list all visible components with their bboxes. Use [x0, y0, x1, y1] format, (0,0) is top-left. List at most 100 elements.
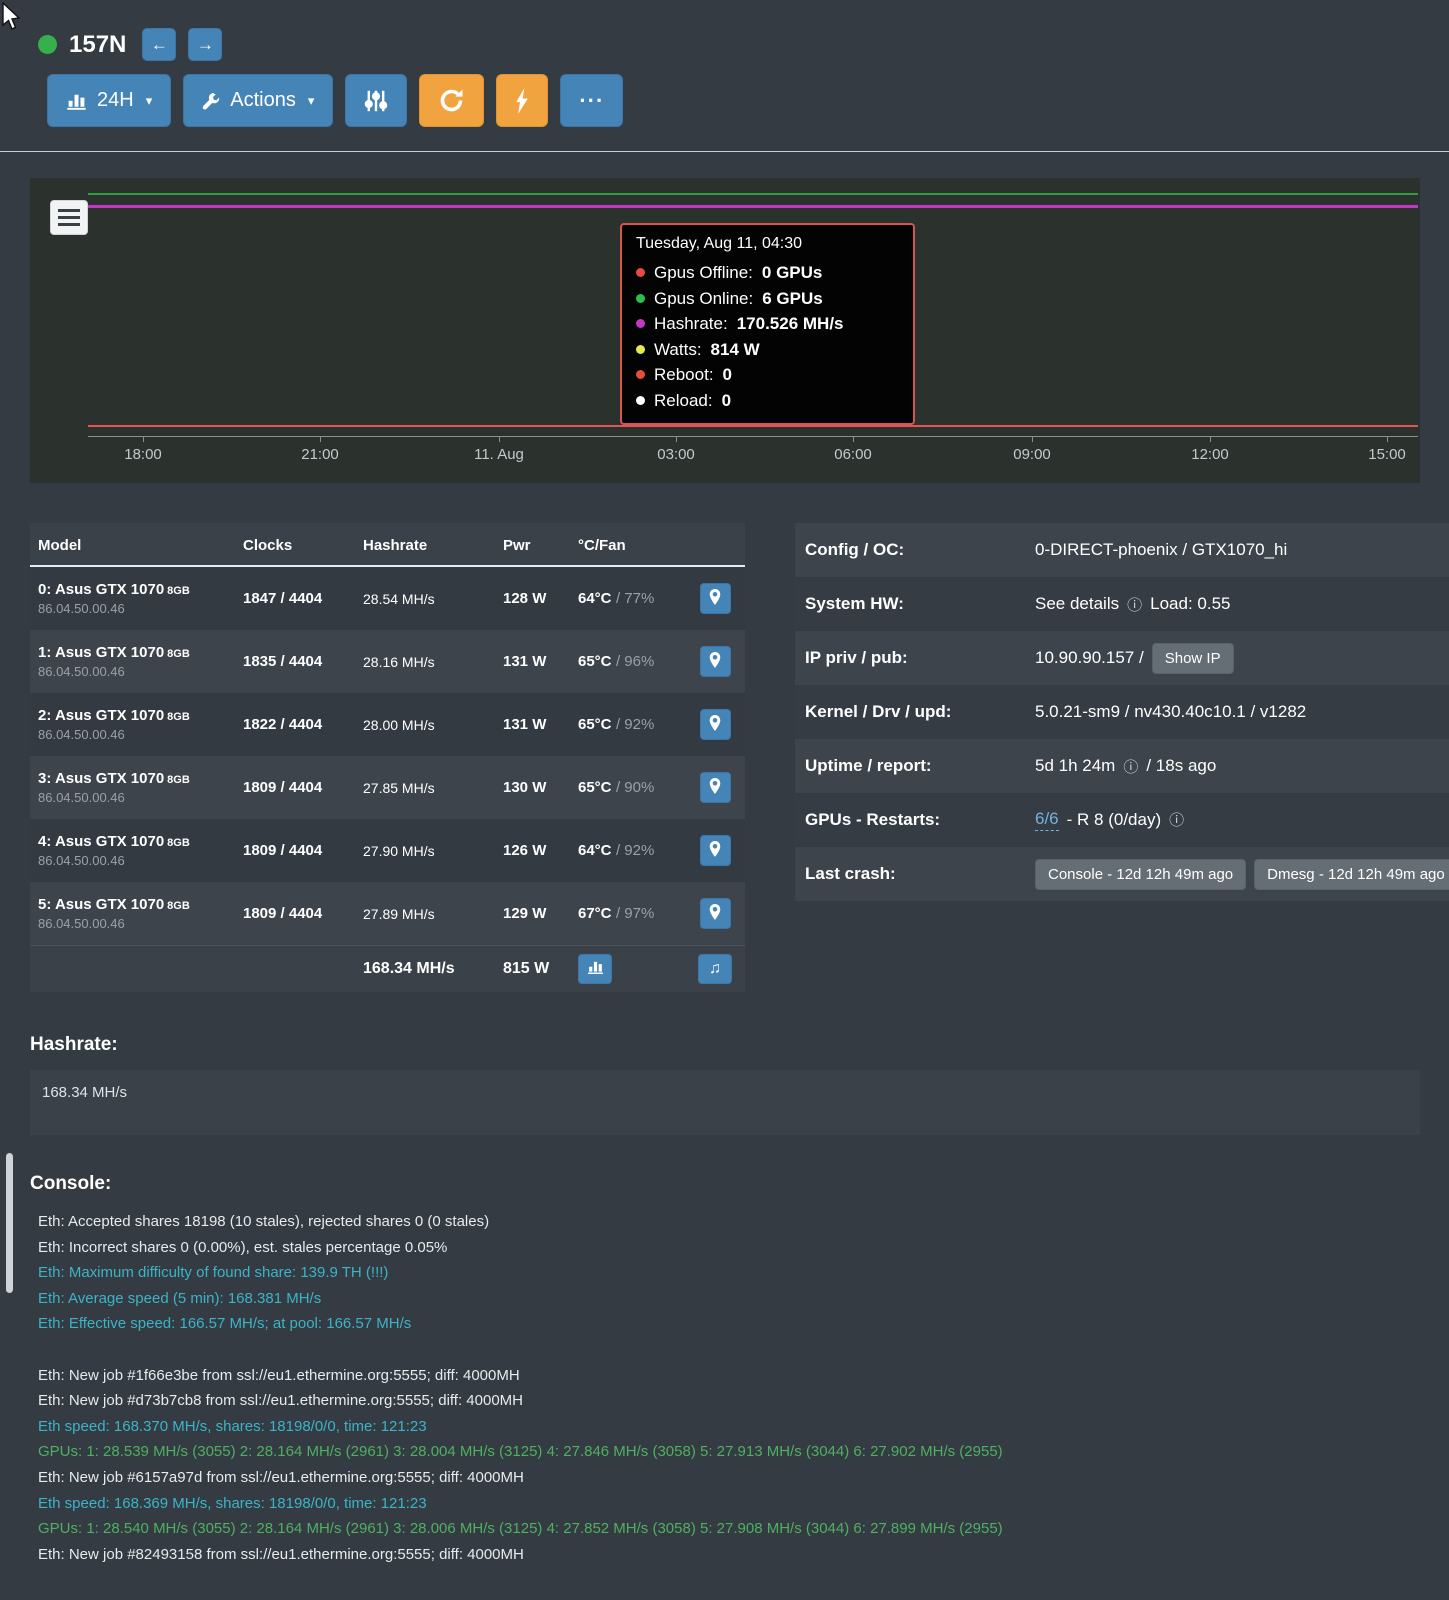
chart-tooltip: Tuesday, Aug 11, 04:30 Gpus Offline: 0 G… [620, 223, 915, 425]
chart-menu-button[interactable] [50, 200, 88, 235]
axis-tick [853, 437, 854, 442]
console-log[interactable]: Eth: Accepted shares 18198 (10 stales), … [30, 1209, 1420, 1567]
col-clocks: Clocks [235, 537, 355, 554]
gpus-online-link[interactable]: 6/6 [1035, 809, 1059, 830]
info-icon[interactable]: ⓘ [1127, 594, 1142, 615]
log-line: Eth: New job #1f66e3be from ssl://eu1.et… [38, 1363, 1420, 1389]
gpu-clocks: 1809 / 4404 [235, 842, 355, 859]
gpu-model: 4: Asus GTX 1070 [38, 833, 164, 850]
music-note-icon: ♫ [709, 960, 721, 978]
table-row: 5: Asus GTX 10708GB86.04.50.00.46 1809 /… [30, 882, 745, 945]
gpu-memory: 8GB [167, 900, 190, 912]
gpu-memory: 8GB [167, 837, 190, 849]
info-row-system-hw: System HW: See details ⓘ Load: 0.55 [795, 577, 1449, 631]
gpu-clocks: 1809 / 4404 [235, 905, 355, 922]
bar-chart-icon [66, 90, 87, 111]
online-status-dot [38, 35, 57, 54]
bar-chart-icon [587, 958, 604, 980]
gpu-power: 130 W [495, 779, 570, 796]
info-row-gpus-restarts: GPUs - Restarts: 6/6 - R 8 (0/day) ⓘ [795, 793, 1449, 847]
axis-tick [320, 437, 321, 442]
more-options-button[interactable]: ··· [560, 74, 623, 127]
total-hashrate: 168.34 MH/s [355, 960, 495, 978]
gpu-map-pin-button[interactable] [700, 583, 731, 614]
report-age-value: / 18s ago [1146, 756, 1216, 776]
axis-tick [499, 437, 500, 442]
gpu-map-pin-button[interactable] [700, 646, 731, 677]
gpu-temp: 64°C [578, 590, 612, 607]
gpu-charts-button[interactable] [578, 954, 612, 984]
gpu-memory: 8GB [167, 648, 190, 660]
time-range-button[interactable]: 24H ▾ [47, 74, 171, 127]
actions-button[interactable]: Actions ▾ [183, 74, 333, 127]
x-tick-label: 18:00 [124, 446, 162, 463]
location-pin-icon [709, 652, 721, 671]
hashrate-series-line [88, 205, 1418, 208]
gpu-fan: / 92% [616, 842, 654, 859]
gpu-power: 128 W [495, 590, 570, 607]
series-dot [636, 268, 645, 277]
series-dot [636, 370, 645, 379]
x-tick-label: 15:00 [1368, 446, 1406, 463]
reboot-button[interactable] [419, 74, 484, 127]
gpu-temp: 67°C [578, 905, 612, 922]
log-line: Eth speed: 168.369 MH/s, shares: 18198/0… [38, 1491, 1420, 1517]
tooltip-value: 0 GPUs [762, 260, 822, 286]
hashrate-heading: Hashrate: [30, 1034, 1420, 1056]
gpu-clocks: 1809 / 4404 [235, 779, 355, 796]
gpu-power: 129 W [495, 905, 570, 922]
gpu-audio-button[interactable]: ♫ [698, 954, 732, 984]
gpu-model: 0: Asus GTX 1070 [38, 581, 164, 598]
location-pin-icon [709, 589, 721, 608]
axis-tick [1032, 437, 1033, 442]
gpu-map-pin-button[interactable] [700, 835, 731, 866]
axis-tick [143, 437, 144, 442]
gpus-offline-series-line [88, 425, 1418, 427]
next-rig-button[interactable]: → [188, 28, 222, 61]
info-row-config: Config / OC: 0-DIRECT-phoenix / GTX1070_… [795, 523, 1449, 577]
tooltip-row: Gpus Offline: 0 GPUs [636, 260, 899, 286]
col-temp-fan: °C/Fan [570, 537, 685, 554]
info-icon[interactable]: ⓘ [1169, 809, 1184, 830]
series-dot [636, 294, 645, 303]
table-row: 1: Asus GTX 10708GB86.04.50.00.46 1835 /… [30, 630, 745, 693]
tooltip-label: Reboot: [654, 362, 714, 388]
col-hashrate: Hashrate [355, 537, 495, 554]
info-label: Uptime / report: [805, 756, 1035, 776]
log-line: Eth: Average speed (5 min): 168.381 MH/s [38, 1286, 1420, 1312]
show-ip-button[interactable]: Show IP [1152, 643, 1234, 674]
gpu-fan: / 96% [616, 653, 654, 670]
gpu-map-pin-button[interactable] [700, 898, 731, 929]
gpu-model: 5: Asus GTX 1070 [38, 896, 164, 913]
tooltip-row: Watts: 814 W [636, 337, 899, 363]
gpu-temp: 65°C [578, 653, 612, 670]
tooltip-value: 0 [722, 388, 731, 414]
gpu-power: 131 W [495, 716, 570, 733]
gpu-bios: 86.04.50.00.46 [38, 727, 235, 742]
metrics-chart[interactable]: 18:00 21:00 11. Aug 03:00 06:00 09:00 12… [30, 178, 1420, 483]
gpu-temp: 64°C [578, 842, 612, 859]
tuning-button[interactable] [345, 74, 407, 127]
gpu-map-pin-button[interactable] [700, 709, 731, 740]
tooltip-row: Reboot: 0 [636, 362, 899, 388]
gpu-power: 131 W [495, 653, 570, 670]
info-row-kernel: Kernel / Drv / upd: 5.0.21-sm9 / nv430.4… [795, 685, 1449, 739]
info-icon[interactable]: ⓘ [1123, 756, 1138, 777]
gpu-fan: / 92% [616, 716, 654, 733]
see-details-link[interactable]: See details [1035, 594, 1119, 614]
lightning-bolt-icon [515, 88, 529, 114]
tooltip-value: 170.526 MH/s [737, 311, 844, 337]
title-row: 157N ← → [38, 28, 1449, 61]
prev-rig-button[interactable]: ← [142, 28, 176, 61]
gpu-model: 1: Asus GTX 1070 [38, 644, 164, 661]
power-button[interactable] [496, 74, 548, 127]
left-scrollbar[interactable] [6, 1153, 13, 1293]
gpu-hashrate: 27.89 MH/s [355, 906, 495, 922]
tooltip-value: 0 [723, 362, 732, 388]
gpu-map-pin-button[interactable] [700, 772, 731, 803]
kernel-value: 5.0.21-sm9 / nv430.40c10.1 / v1282 [1035, 702, 1306, 722]
log-line: Eth: Maximum difficulty of found share: … [38, 1260, 1420, 1286]
crash-console-button[interactable]: Console - 12d 12h 49m ago [1035, 859, 1246, 890]
crash-dmesg-button[interactable]: Dmesg - 12d 12h 49m ago [1254, 859, 1449, 890]
uptime-value: 5d 1h 24m [1035, 756, 1115, 776]
